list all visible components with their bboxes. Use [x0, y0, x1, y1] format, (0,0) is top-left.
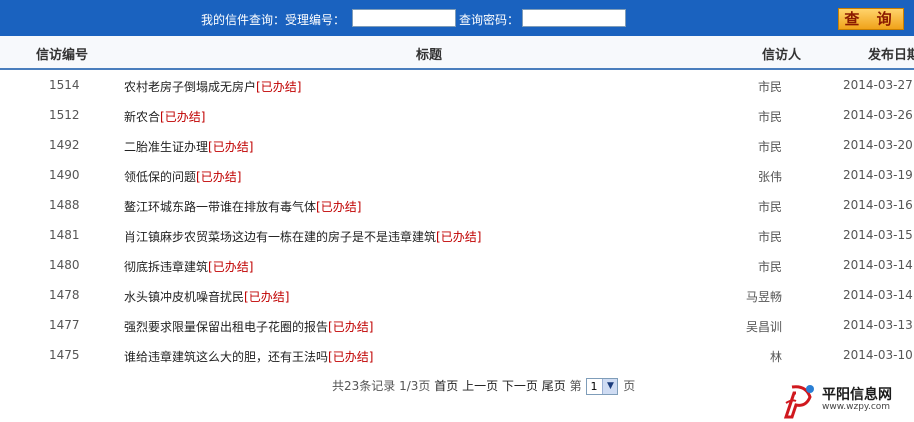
row-person: 马昱畅: [745, 290, 782, 304]
table-row: 1490领低保的问题[已办结]张伟2014-03-19 10: [0, 160, 914, 190]
table-row: 1514农村老房子倒塌成无房户[已办结]市民2014-03-27 15: [0, 70, 914, 100]
row-date: 2014-03-26 20: [843, 108, 914, 122]
accept-number-input[interactable]: [352, 9, 456, 27]
table-row: 1488鳌江环城东路一带谁在排放有毒气体[已办结]市民2014-03-16 15: [0, 190, 914, 220]
row-person: 市民: [757, 230, 782, 244]
table-row: 1477 强烈要求限量保留出租电子花圈的报告[已办结] 吴昌训 2014-03-13 …: [0, 310, 914, 340]
table-row: 1512新农合[已办结]市民2014-03-26 20: [0, 100, 914, 130]
header-id: 信访编号: [36, 48, 89, 63]
row-person: 张伟: [757, 170, 782, 184]
page-suffix: 页: [623, 379, 636, 393]
row-person: 林: [769, 350, 782, 364]
row-date: 2014-03-16 15: [843, 198, 914, 212]
row-date: 2014-03-14 11: [843, 288, 914, 302]
page-select[interactable]: 1 ▼: [586, 378, 619, 395]
row-person: 市民: [757, 260, 782, 274]
table-row: 1481 肖江镇麻步农贸菜场这边有一栋在建的房子是不是违章建筑[已办结] 市民 201…: [0, 220, 914, 250]
prev-page-link[interactable]: 上一页: [462, 379, 498, 393]
row-person: 市民: [757, 110, 782, 124]
header-title: 标题: [416, 48, 443, 63]
site-logo-name: 平阳信息网: [822, 387, 892, 403]
header-date: 发布日期: [868, 48, 914, 63]
page-prefix: 第: [569, 379, 582, 393]
row-date: 2014-03-20 10: [843, 138, 914, 152]
table-row: 1478水头镇冲皮机噪音扰民[已办结]马昱畅2014-03-14 11: [0, 280, 914, 310]
search-button[interactable]: 查 询: [838, 8, 904, 30]
row-person: 吴昌训: [745, 320, 782, 334]
query-bar: 我的信件查询：受理编号： 查询密码： 查 询: [0, 0, 914, 36]
row-person: 市民: [757, 200, 782, 214]
pagination: 共23条记录 1/3页 首页 上一页 下一页 尾页 第 1 ▼ 页: [332, 377, 635, 395]
table-row: 1492二胎准生证办理[已办结]市民2014-03-20 10: [0, 130, 914, 160]
record-summary: 共23条记录 1/3页: [332, 379, 431, 393]
row-date: 2014-03-19 10: [843, 168, 914, 182]
site-logo-url: www.wzpy.com: [822, 402, 891, 412]
first-page-link[interactable]: 首页: [434, 379, 458, 393]
next-page-link[interactable]: 下一页: [502, 379, 538, 393]
row-date: 2014-03-14 15: [843, 258, 914, 272]
password-label: 查询密码：: [459, 13, 520, 27]
row-date: 2014-03-27 15: [843, 78, 914, 92]
row-person: 市民: [757, 140, 782, 154]
query-label: 我的信件查询：受理编号：: [201, 13, 346, 27]
row-person: 市民: [757, 80, 782, 94]
chevron-down-icon[interactable]: ▼: [602, 379, 618, 394]
query-password-input[interactable]: [522, 9, 626, 27]
table-header: 信访编号 标题 信访人 发布日期: [0, 36, 914, 70]
header-person: 信访人: [762, 48, 802, 63]
row-date: 2014-03-10 19: [843, 348, 914, 362]
row-date: 2014-03-13 19: [843, 318, 914, 332]
page-select-value: 1: [590, 380, 598, 393]
last-page-link[interactable]: 尾页: [542, 379, 566, 393]
row-date: 2014-03-15 13: [843, 228, 914, 242]
table-row: 1480彻底拆违章建筑[已办结]市民2014-03-14 15: [0, 250, 914, 280]
table-row: 1475谁给违章建筑这么大的胆，还有王法吗[已办结]林2014-03-10 19: [0, 340, 914, 370]
